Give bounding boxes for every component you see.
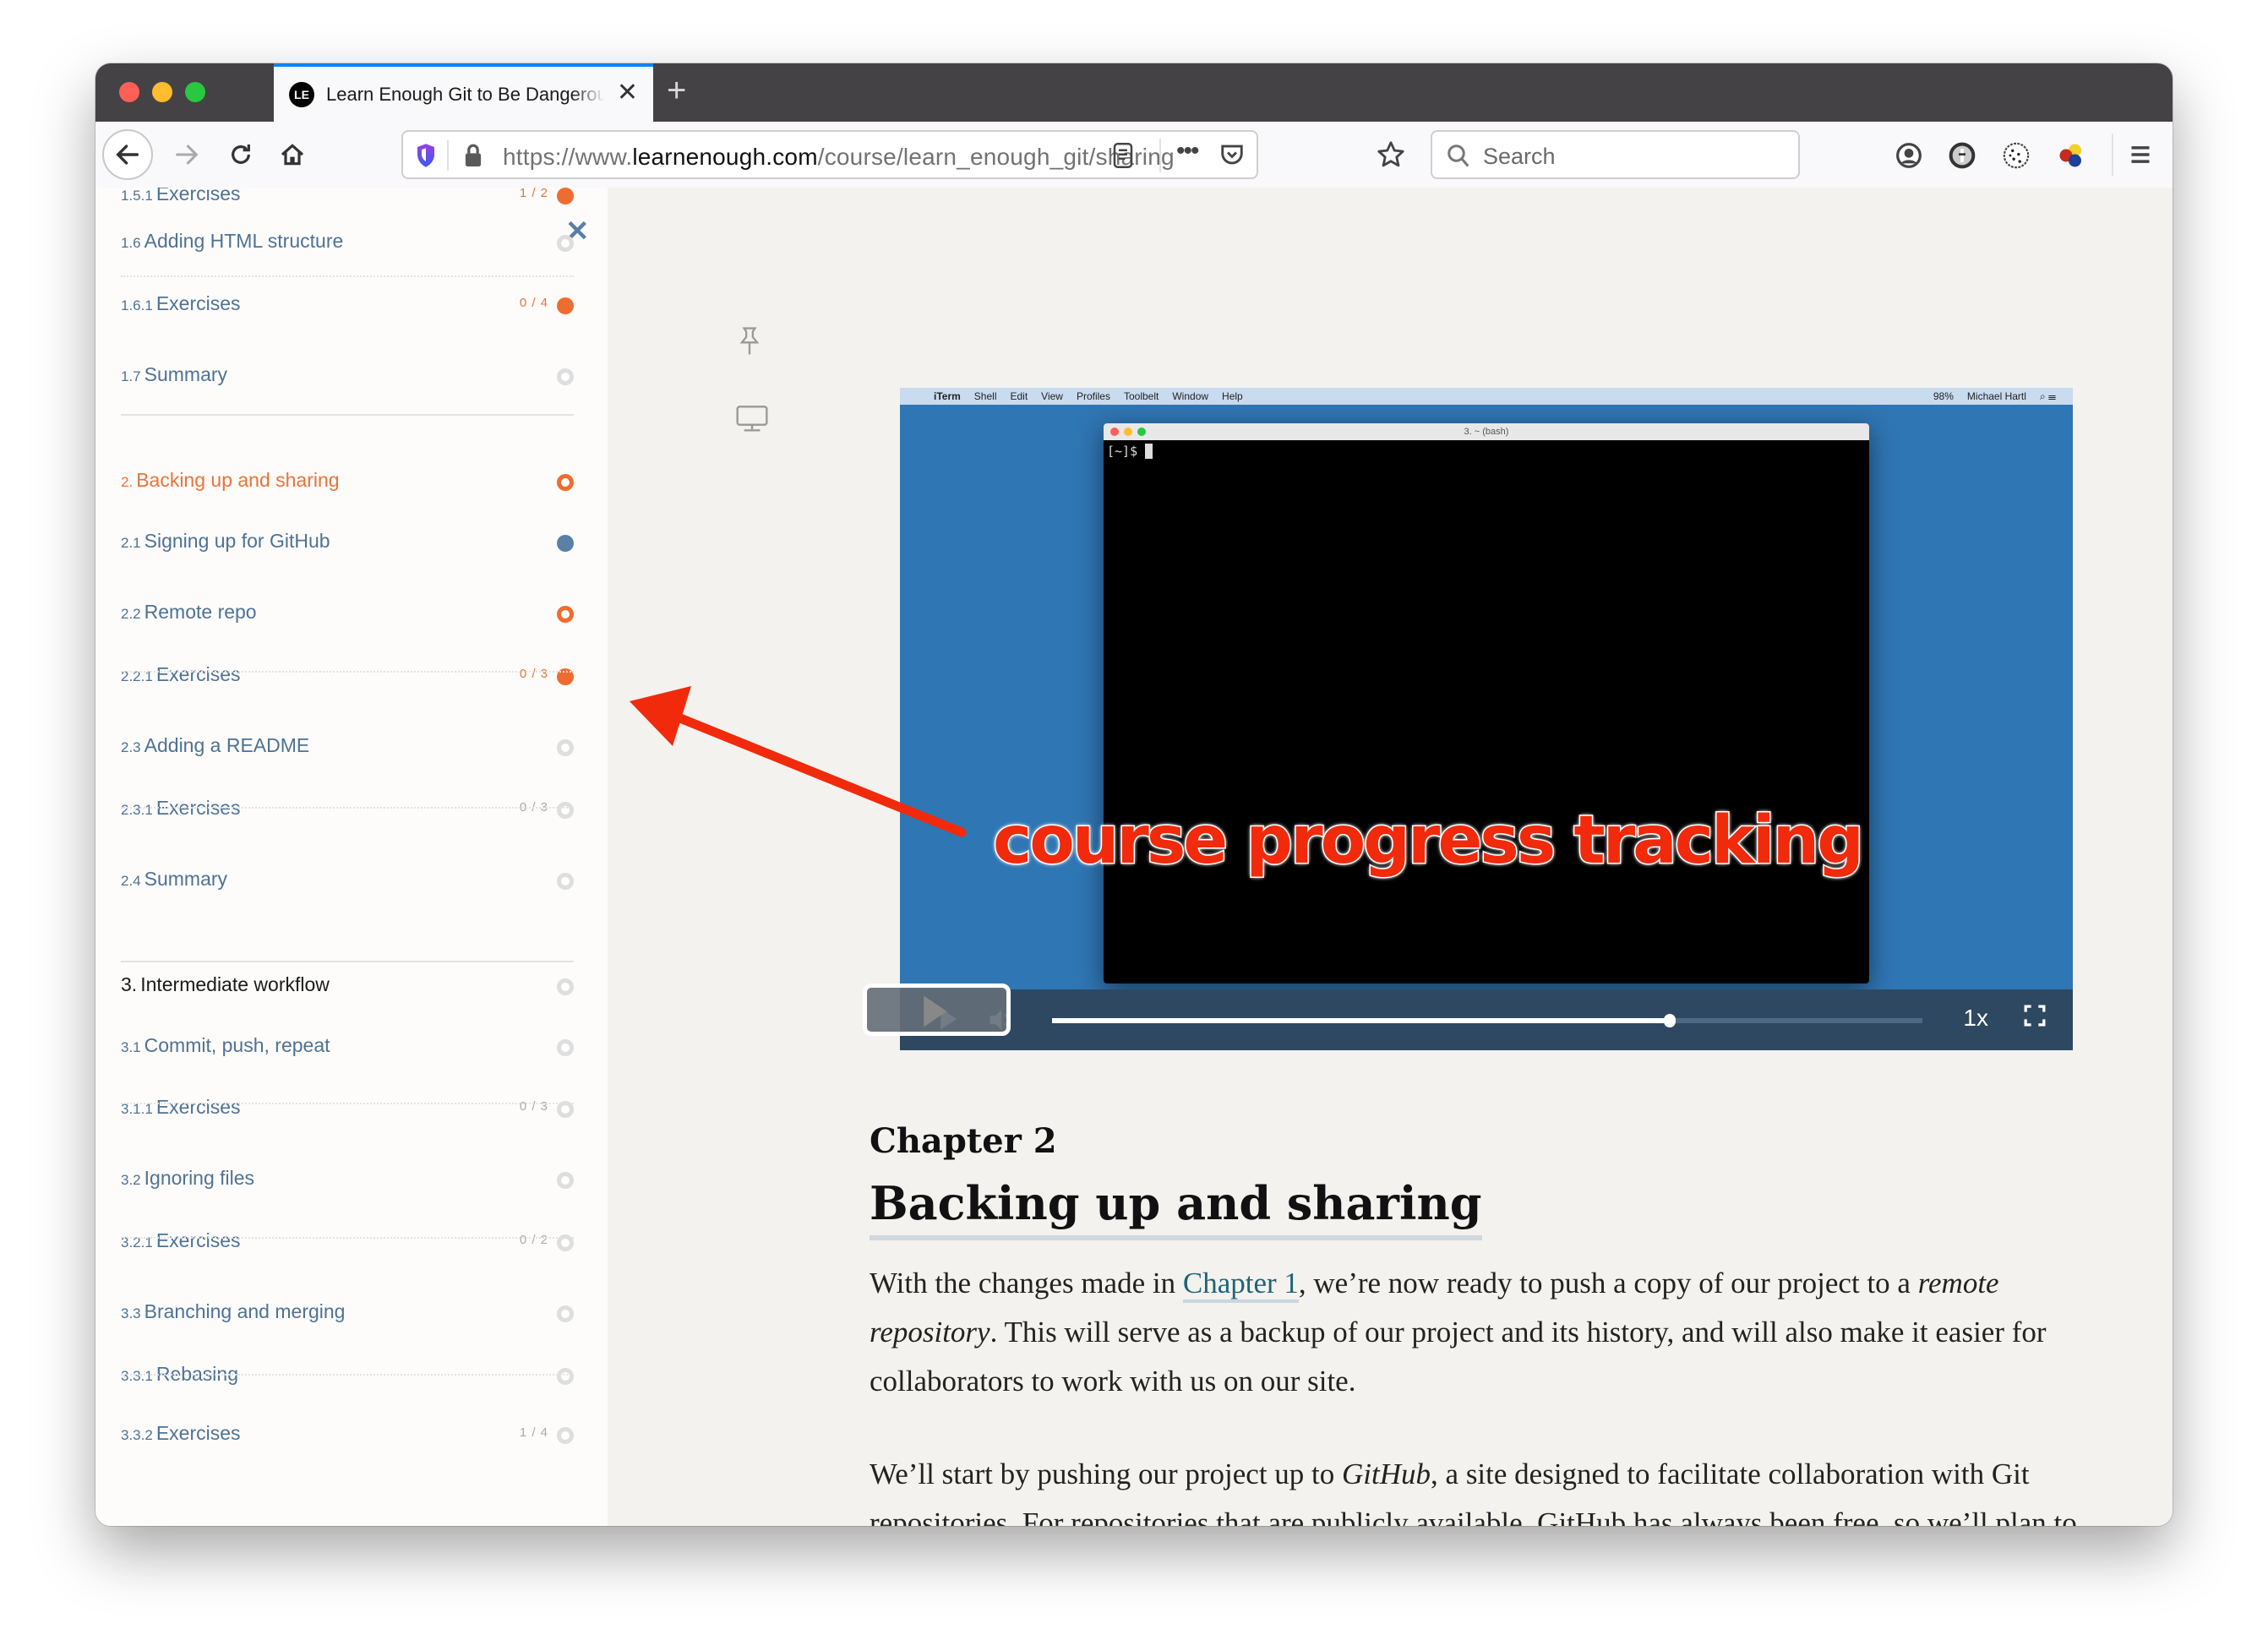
annotation-label: course progress tracking [992, 802, 1866, 880]
